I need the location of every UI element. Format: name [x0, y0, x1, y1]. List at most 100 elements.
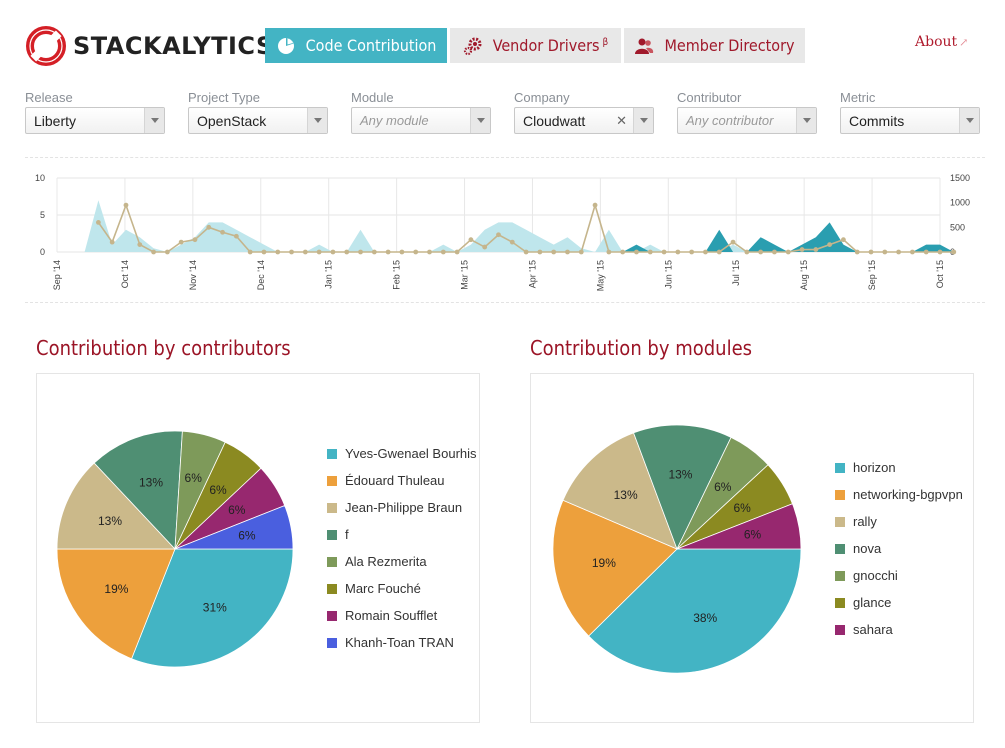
- tab-code-contribution[interactable]: Code Contribution: [265, 28, 447, 63]
- series-point[interactable]: [330, 249, 336, 255]
- series-point[interactable]: [440, 249, 446, 255]
- series-point[interactable]: [799, 247, 805, 252]
- series-point[interactable]: [344, 249, 350, 255]
- series-point[interactable]: [827, 242, 833, 247]
- legend-item[interactable]: networking-bgpvpn: [835, 481, 963, 508]
- series-point[interactable]: [606, 249, 612, 255]
- dropdown-arrow-icon[interactable]: [796, 108, 816, 133]
- legend-item[interactable]: gnocchi: [835, 562, 963, 589]
- contributor-select[interactable]: Any contributor: [677, 107, 817, 134]
- release-select[interactable]: Liberty: [25, 107, 165, 134]
- legend-item[interactable]: Romain Soufflet: [327, 602, 477, 629]
- series-point[interactable]: [937, 249, 943, 255]
- series-point[interactable]: [275, 249, 281, 255]
- series-point[interactable]: [371, 249, 377, 255]
- legend-item[interactable]: f: [327, 521, 477, 548]
- series-point[interactable]: [923, 249, 929, 255]
- project-type-select[interactable]: OpenStack: [188, 107, 328, 134]
- tab-member-directory[interactable]: Member Directory: [624, 28, 805, 63]
- legend-item[interactable]: nova: [835, 535, 963, 562]
- legend-item[interactable]: Marc Fouché: [327, 575, 477, 602]
- legend-item[interactable]: horizon: [835, 454, 963, 481]
- series-point[interactable]: [427, 249, 432, 255]
- legend-item[interactable]: Ala Rezmerita: [327, 548, 477, 575]
- series-point[interactable]: [910, 249, 915, 255]
- dropdown-arrow-icon[interactable]: [470, 108, 490, 133]
- series-point[interactable]: [316, 249, 322, 255]
- series-point[interactable]: [882, 249, 888, 255]
- series-point[interactable]: [123, 202, 129, 208]
- stackalytics-logo[interactable]: STACKALYTICS: [25, 25, 274, 67]
- series-point[interactable]: [413, 249, 419, 255]
- series-point[interactable]: [689, 249, 695, 255]
- legend-item[interactable]: Édouard Thuleau: [327, 467, 477, 494]
- module-select[interactable]: Any module: [351, 107, 491, 134]
- series-point[interactable]: [703, 249, 708, 255]
- series-point[interactable]: [468, 237, 474, 243]
- series-point[interactable]: [813, 247, 819, 252]
- series-point[interactable]: [592, 202, 598, 208]
- series-point[interactable]: [247, 249, 253, 255]
- series-point[interactable]: [854, 249, 860, 255]
- series-point[interactable]: [730, 239, 736, 245]
- series-point[interactable]: [496, 232, 501, 238]
- series-point[interactable]: [896, 249, 902, 255]
- series-point[interactable]: [261, 249, 267, 255]
- series-point[interactable]: [868, 249, 874, 255]
- series-point[interactable]: [454, 249, 460, 255]
- dropdown-arrow-icon[interactable]: [633, 108, 653, 133]
- series-point[interactable]: [109, 239, 115, 245]
- series-point[interactable]: [647, 249, 653, 255]
- series-point[interactable]: [137, 242, 143, 247]
- legend-item[interactable]: sahara: [835, 616, 963, 643]
- pie-slice-label: 6%: [733, 501, 751, 515]
- series-point[interactable]: [178, 239, 184, 245]
- series-point[interactable]: [358, 249, 363, 255]
- series-point[interactable]: [841, 237, 846, 243]
- series-point[interactable]: [399, 249, 405, 255]
- series-point[interactable]: [302, 249, 308, 255]
- series-point[interactable]: [220, 229, 225, 235]
- series-point[interactable]: [482, 244, 488, 250]
- series-point[interactable]: [716, 249, 722, 255]
- series-point[interactable]: [634, 249, 639, 255]
- clear-icon[interactable]: ✕: [616, 113, 627, 129]
- series-point[interactable]: [744, 249, 750, 255]
- series-point[interactable]: [192, 237, 198, 243]
- metric-select[interactable]: Commits: [840, 107, 980, 134]
- about-link[interactable]: About ↗: [915, 34, 968, 50]
- series-point[interactable]: [661, 249, 667, 255]
- series-point[interactable]: [509, 239, 515, 245]
- series-point[interactable]: [164, 249, 170, 255]
- series-point[interactable]: [620, 249, 626, 255]
- legend-label: glance: [853, 595, 892, 610]
- legend-item[interactable]: glance: [835, 589, 963, 616]
- series-point[interactable]: [289, 249, 294, 255]
- series-point[interactable]: [523, 249, 529, 255]
- legend-item[interactable]: Jean-Philippe Braun: [327, 494, 477, 521]
- dropdown-arrow-icon[interactable]: [144, 108, 164, 133]
- company-select[interactable]: Cloudwatt ✕: [514, 107, 654, 134]
- dropdown-arrow-icon[interactable]: [959, 108, 979, 133]
- series-point[interactable]: [551, 249, 557, 255]
- series-point[interactable]: [565, 249, 570, 255]
- series-point[interactable]: [206, 224, 212, 230]
- series-point[interactable]: [675, 249, 681, 255]
- series-point[interactable]: [385, 249, 391, 255]
- legend-item[interactable]: rally: [835, 508, 963, 535]
- series-point[interactable]: [537, 249, 543, 255]
- series-point[interactable]: [233, 233, 239, 239]
- series-point[interactable]: [772, 249, 777, 255]
- series-point[interactable]: [95, 220, 101, 225]
- legend-item[interactable]: Yves-Gwenael Bourhis: [327, 440, 477, 467]
- series-point[interactable]: [785, 249, 791, 255]
- series-point[interactable]: [151, 249, 156, 255]
- series-point[interactable]: [578, 249, 584, 255]
- tab-vendor-drivers[interactable]: Vendor Drivers β: [450, 28, 621, 63]
- dropdown-arrow-icon[interactable]: [307, 108, 327, 133]
- series-point[interactable]: [758, 249, 764, 255]
- legend-item[interactable]: Khanh-Toan TRAN: [327, 629, 477, 656]
- contributors-pie-chart: 31%19%13%13% 6%6%6%6%: [56, 430, 294, 668]
- series-point[interactable]: [951, 249, 957, 255]
- pie-slice-label: 6%: [185, 471, 203, 485]
